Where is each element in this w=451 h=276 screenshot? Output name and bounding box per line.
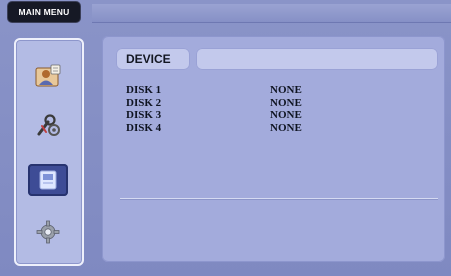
disk-name: DISK 1 bbox=[126, 84, 162, 96]
device-panel: DEVICE DISK 1 NONE DISK 2 NONE DISK 3 NO… bbox=[102, 36, 445, 262]
wrench-tools-icon bbox=[37, 114, 60, 136]
disk-status: NONE bbox=[270, 84, 302, 96]
device-header-bar bbox=[196, 48, 438, 70]
disk-row[interactable]: DISK 4 NONE bbox=[126, 122, 426, 135]
disk-status: NONE bbox=[270, 96, 302, 109]
disk-row[interactable]: DISK 3 NONE bbox=[126, 109, 426, 122]
disk-name: DISK 2 bbox=[126, 96, 162, 109]
disk-device-icon bbox=[39, 170, 57, 190]
gear-icon bbox=[36, 220, 60, 244]
disk-list: DISK 1 NONE DISK 2 NONE DISK 3 NONE DISK… bbox=[126, 84, 426, 134]
disk-name: DISK 4 bbox=[126, 121, 162, 134]
disk-status: NONE bbox=[270, 109, 302, 121]
dvr-menu-window: MAIN MENU DEVICE DISK 1 NONE DISK 2 NONE… bbox=[0, 0, 451, 276]
device-header: DEVICE bbox=[116, 48, 438, 70]
sidebar-panel bbox=[14, 38, 84, 266]
disk-status: NONE bbox=[270, 121, 302, 134]
disk-row[interactable]: DISK 1 NONE bbox=[126, 84, 426, 97]
sidebar-item-device[interactable] bbox=[28, 164, 68, 196]
main-menu-label: MAIN MENU bbox=[18, 7, 70, 17]
sidebar-item-user[interactable] bbox=[28, 60, 68, 92]
top-title-strip bbox=[92, 4, 451, 23]
panel-divider bbox=[120, 198, 438, 200]
sidebar-item-tools[interactable] bbox=[28, 110, 68, 142]
sidebar-item-settings[interactable] bbox=[28, 216, 68, 248]
user-record-icon bbox=[35, 64, 61, 87]
main-menu-tab[interactable]: MAIN MENU bbox=[8, 2, 80, 22]
device-title: DEVICE bbox=[116, 48, 190, 70]
disk-row[interactable]: DISK 2 NONE bbox=[126, 97, 426, 110]
disk-name: DISK 3 bbox=[126, 109, 162, 121]
